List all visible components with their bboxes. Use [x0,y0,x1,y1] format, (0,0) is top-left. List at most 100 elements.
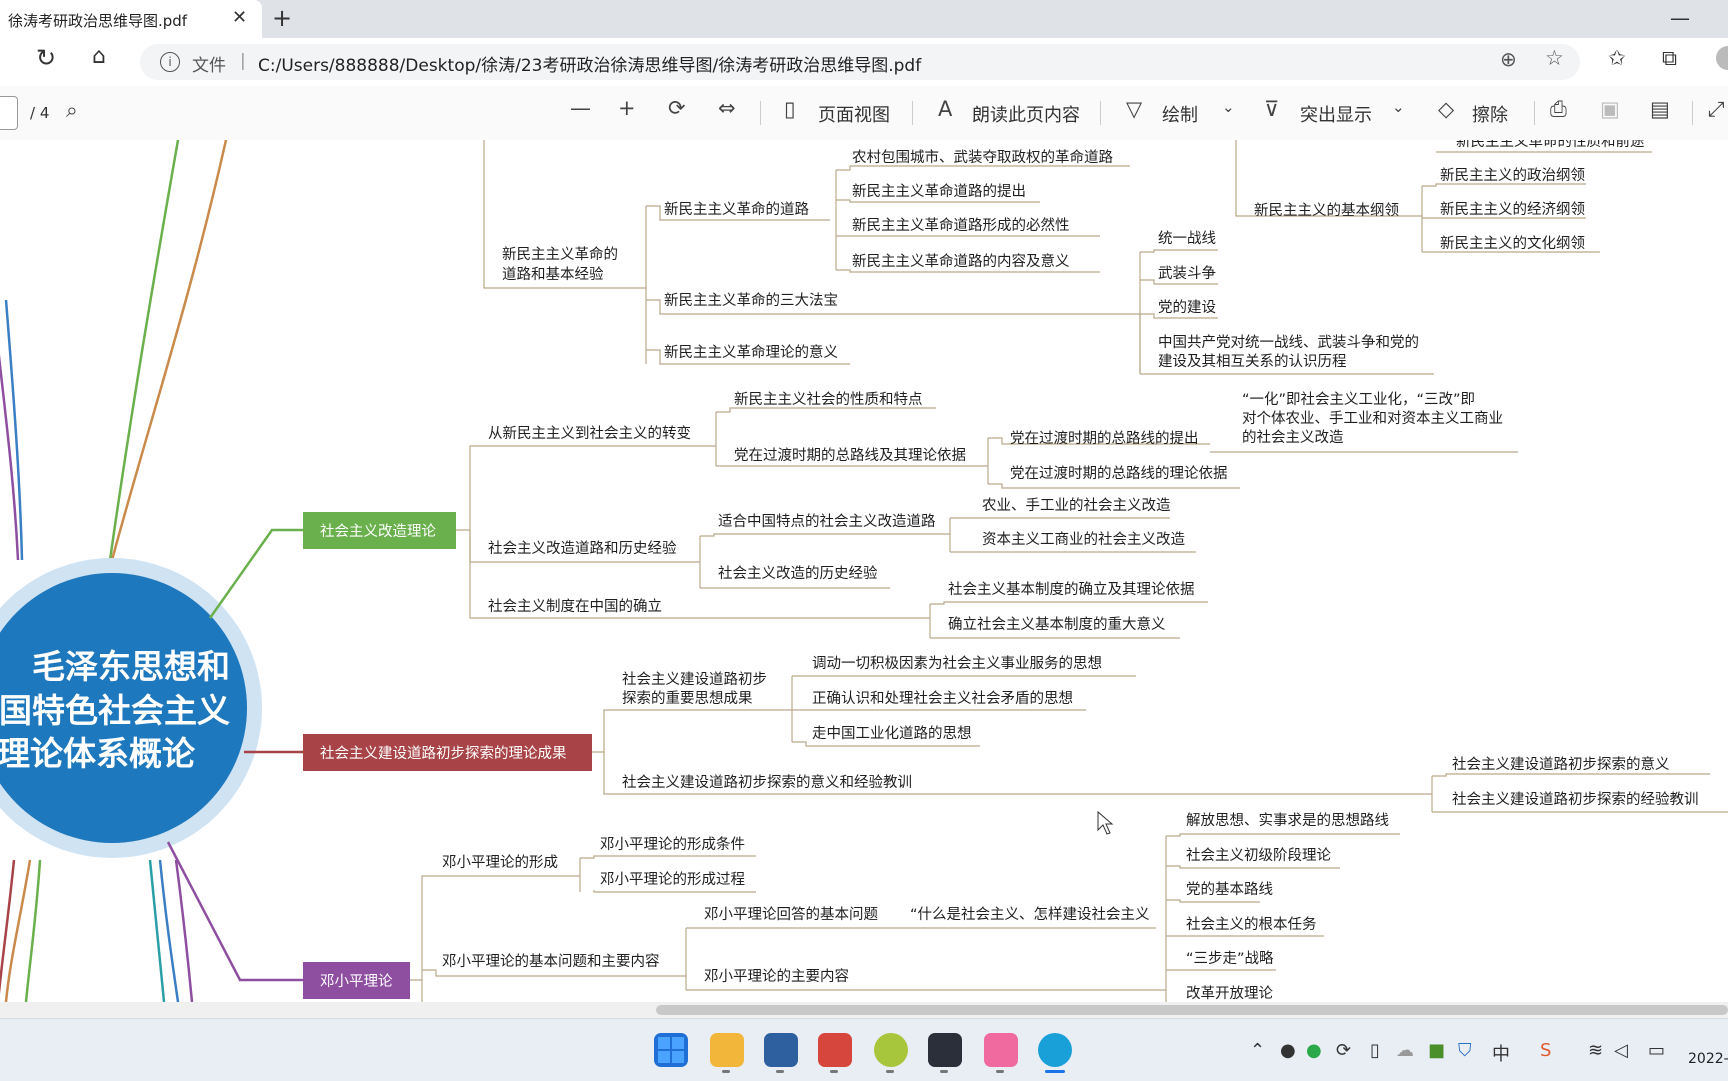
eraser-icon[interactable]: ◇ [1438,97,1454,121]
page-number-input[interactable] [0,96,18,130]
erase-button[interactable]: 擦除 [1472,101,1508,127]
node-meaning-lessons: 社会主义建设道路初步探索的意义和经验教训 [622,773,912,791]
node-program-1: 新民主主义的政治纲领 [1440,167,1585,184]
node-what-is-socialism: “什么是社会主义、怎样建设社会主义 [910,906,1150,923]
node-content-5: “三步走”战略 [1186,950,1274,967]
read-aloud-button[interactable]: 朗读此页内容 [972,101,1080,127]
pdf-page-view[interactable]: 毛泽东思想和 中国特色社会主义 理论体系概论 [0,140,1728,1002]
avatar[interactable] [1716,46,1728,70]
node-treasure-2: 武装斗争 [1158,264,1216,282]
node-road-item-4: 新民主主义革命道路的内容及意义 [852,252,1070,270]
reload-icon[interactable]: ↻ [36,44,56,72]
pdf-app-icon[interactable] [818,1033,852,1067]
node-lessons: 社会主义建设道路初步探索的经验教训 [1452,791,1699,808]
volume-icon[interactable]: ◁ [1614,1040,1628,1061]
node-china-road: 适合中国特点的社会主义改造道路 [718,513,936,530]
center-title-line-3: 理论体系概论 [0,734,196,773]
highlight-icon[interactable]: ⊽ [1264,97,1279,121]
pdf-toolbar: / 4 ⌕ — + ⟳ ⇔ ▯ 页面视图 A 朗读此页内容 ▽ 绘制 ⌄ ⊽ 突… [0,86,1728,141]
battery-icon[interactable]: ▭ [1648,1040,1665,1061]
draw-button[interactable]: 绘制 [1162,101,1198,127]
node-road-basic-exp-2: 道路和基本经验 [502,266,604,283]
highlight-button[interactable]: 突出显示 [1300,101,1372,127]
node-formation: 邓小平理论的形成 [442,854,558,871]
start-icon[interactable] [654,1033,688,1067]
print-icon[interactable]: ⎙ [1550,97,1567,122]
read-aloud-icon[interactable]: A [938,97,952,121]
address-url[interactable]: C:/Users/888888/Desktop/徐涛/23考研政治徐涛思维导图/… [258,51,921,76]
node-important-results-2: 探索的重要思想成果 [622,690,753,707]
nvidia-icon[interactable]: ■ [1428,1040,1445,1061]
cloud-icon[interactable]: ☁ [1396,1040,1414,1061]
address-separator: | [240,51,246,71]
security-icon[interactable]: ⛉ [1458,1040,1472,1061]
wechat-icon[interactable]: ● [1306,1040,1322,1061]
node-treasure-history-2: 建设及其相互关系的认识历程 [1158,353,1347,370]
add-favorite-icon[interactable]: ☆ [1545,46,1564,70]
node-road-item-3: 新民主主义革命道路形成的必然性 [852,216,1070,234]
node-nature-prospect: 新民主主义革命的性质和前途 [1456,140,1645,150]
branch-label-construction: 社会主义建设道路初步探索的理论成果 [320,745,567,762]
game-app-icon[interactable] [928,1033,962,1067]
photos-icon[interactable] [764,1033,798,1067]
save-as-icon[interactable]: ▤ [1650,97,1670,121]
node-society-nature: 新民主主义社会的性质和特点 [734,391,923,408]
node-basic-program: 新民主主义的基本纲领 [1254,202,1399,219]
node-road-basic-exp-1: 新民主主义革命的 [502,245,618,263]
edge-icon[interactable] [1038,1033,1072,1067]
node-road-item-1: 农村包围城市、武装夺取政权的革命道路 [852,148,1113,166]
running-indicator [776,1070,784,1073]
search-icon[interactable]: ⌕ [66,98,78,123]
node-process: 邓小平理论的形成过程 [600,871,745,888]
usb-icon[interactable]: ▯ [1370,1040,1380,1061]
tab-close-icon[interactable]: ✕ [232,7,247,28]
node-conditions: 邓小平理论的形成条件 [600,836,745,853]
sogou-icon[interactable]: S [1540,1040,1551,1061]
expand-icon[interactable]: ⤢ [1708,97,1725,122]
running-indicator [722,1070,730,1073]
running-indicator [830,1070,838,1073]
mouse-cursor-icon [1097,810,1114,835]
tray-app-icon[interactable]: ● [1280,1040,1296,1061]
zoom-in-icon[interactable]: + [618,96,636,120]
node-yi-hua-san-gai-2: 对个体农业、手工业和对资本主义工商业 [1242,410,1503,427]
file-explorer-icon[interactable] [710,1033,744,1067]
info-icon[interactable]: i [160,52,180,72]
node-result-1: 调动一切积极因素为社会主义事业服务的思想 [812,655,1102,672]
fit-width-icon[interactable]: ⇔ [718,96,736,120]
bilibili-icon[interactable] [984,1033,1018,1067]
node-yi-hua-san-gai-3: 的社会主义改造 [1242,429,1344,446]
node-content-3: 党的基本路线 [1186,881,1273,898]
collections-icon[interactable]: ⧉ [1662,46,1677,71]
node-general-line-proposed: 党在过渡时期的总路线的提出 [1010,430,1199,447]
node-main-content: 邓小平理论的主要内容 [704,968,849,985]
clock[interactable]: 2022- [1688,1051,1728,1067]
save-icon[interactable]: ▣ [1600,97,1620,121]
ime-icon[interactable]: 中 [1492,1040,1510,1066]
rotate-icon[interactable]: ⟳ [668,96,686,120]
zoom-icon[interactable]: ⊕ [1500,47,1517,71]
favorites-icon[interactable]: ✩ [1608,46,1626,70]
node-yi-hua-san-gai-1: “一化”即社会主义工业化，“三改”即 [1242,391,1475,408]
draw-icon[interactable]: ▽ [1126,97,1142,121]
new-tab-icon[interactable]: + [272,4,292,32]
sync-icon[interactable]: ⟳ [1336,1040,1351,1061]
toolbar-divider [1692,101,1693,125]
chevron-down-icon[interactable]: ⌄ [1392,98,1405,116]
node-result-3: 走中国工业化道路的思想 [812,725,972,742]
page-view-button[interactable]: 页面视图 [818,101,890,127]
toolbar-divider [1534,101,1535,125]
page-view-icon[interactable]: ▯ [784,97,796,121]
minimize-icon[interactable]: — [1670,6,1690,30]
node-capitalist-commerce: 资本主义工商业的社会主义改造 [982,531,1185,548]
chevron-down-icon[interactable]: ⌄ [1222,98,1235,116]
tab-title[interactable]: 徐涛考研政治思维导图.pdf [8,10,187,31]
wifi-icon[interactable]: ≋ [1588,1040,1603,1061]
node-system-meaning: 确立社会主义基本制度的重大意义 [948,615,1166,633]
zoom-out-icon[interactable]: — [570,96,591,120]
media-app-icon[interactable] [874,1033,908,1067]
chevron-up-icon[interactable]: ⌃ [1250,1040,1265,1061]
scrollbar-thumb[interactable] [656,1005,1728,1015]
node-meaning: 社会主义建设道路初步探索的意义 [1452,755,1670,773]
home-icon[interactable]: ⌂ [92,44,106,69]
